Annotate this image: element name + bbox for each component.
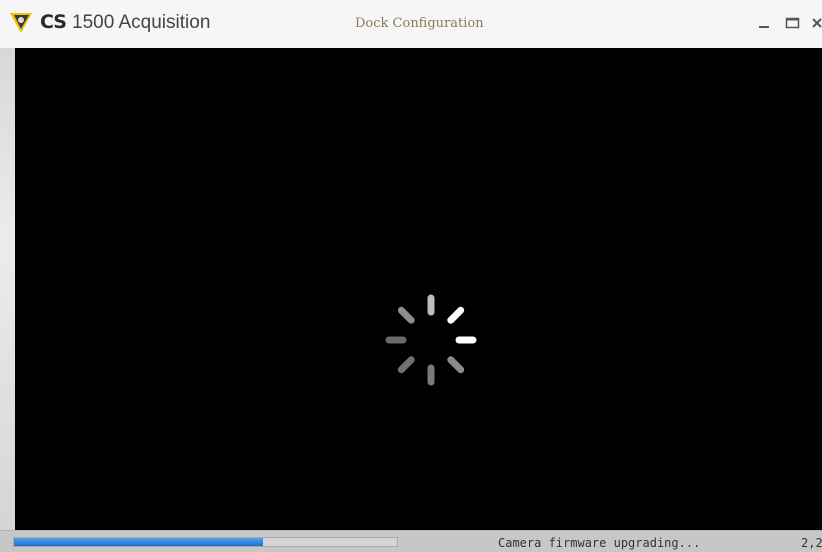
close-icon[interactable] — [810, 14, 822, 32]
status-value: 2,2 — [801, 536, 822, 550]
title-bar[interactable]: CS 1500 Acquisition Dock Configuration — [0, 0, 822, 48]
app-title: 1500 Acquisition — [72, 12, 211, 33]
loading-spinner-icon — [385, 294, 477, 386]
left-edge-strip — [0, 48, 15, 530]
window-subtitle: Dock Configuration — [355, 16, 484, 31]
status-message: Camera firmware upgrading... — [498, 536, 701, 550]
app-window: CS 1500 Acquisition Dock Configuration C… — [0, 0, 822, 552]
brand-label: CS — [40, 11, 67, 33]
progress-fill — [14, 538, 263, 546]
status-bar: Camera firmware upgrading... 2,2 — [0, 530, 822, 552]
maximize-icon[interactable] — [784, 14, 802, 32]
upgrade-progress-bar — [13, 537, 398, 547]
cs-logo-icon — [10, 13, 32, 33]
minimize-icon[interactable] — [756, 14, 774, 32]
camera-preview — [15, 48, 822, 530]
